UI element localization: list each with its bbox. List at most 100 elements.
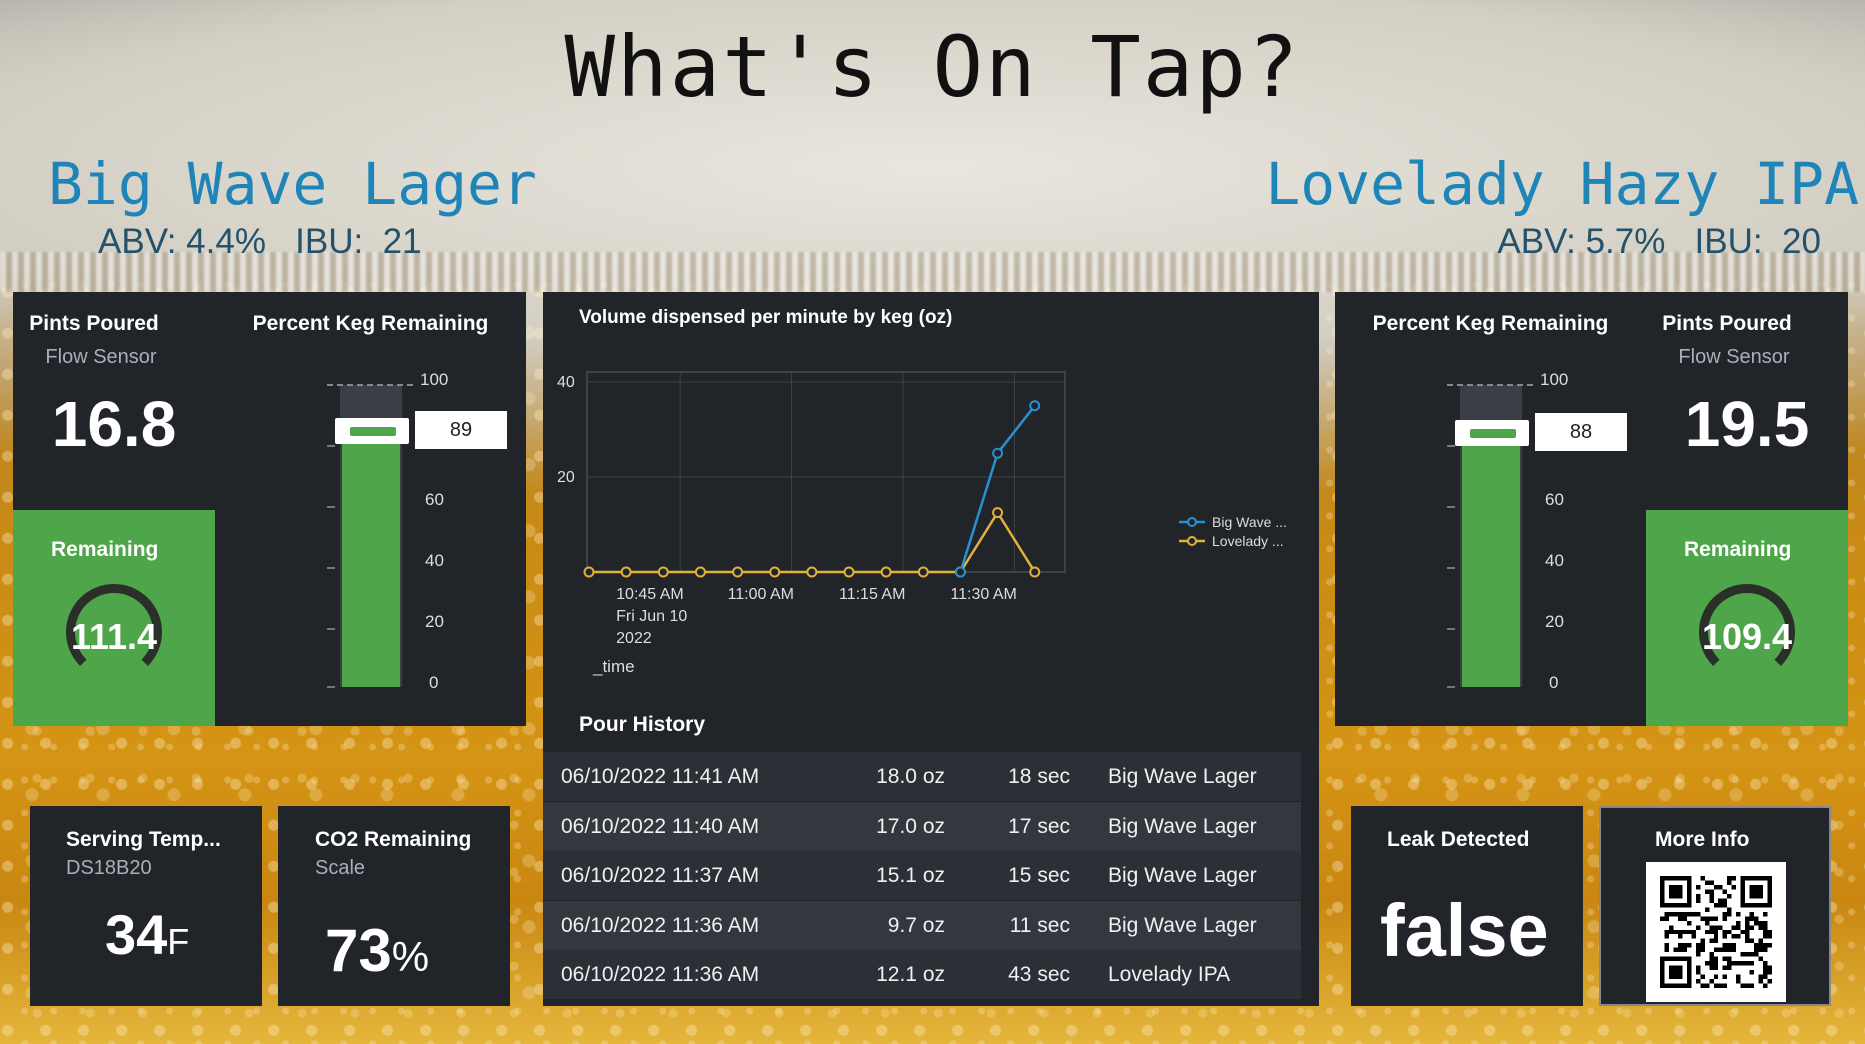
right-keg-panel: Percent Keg Remaining 100 60 40 20 0 88	[1335, 292, 1646, 726]
chart-xtick-label: 2022	[616, 630, 652, 647]
left-keg-tick	[327, 686, 335, 688]
left-remaining-panel: Remaining 111.4	[13, 510, 215, 726]
right-pints-subtitle: Flow Sensor	[1678, 346, 1790, 368]
right-pints-value: 19.5	[1684, 388, 1810, 460]
pour-duration: 43 sec	[1008, 963, 1070, 986]
right-keg-max-line	[1447, 384, 1533, 386]
pour-history-panel: Pour History 06/10/2022 11:41 AM 18.0 oz 1…	[543, 696, 1319, 1006]
left-remaining-value: 111.4	[70, 616, 158, 657]
co2-unit: %	[391, 933, 430, 980]
pour-volume: 12.1 oz	[876, 963, 945, 986]
left-pints-value: 16.8	[51, 388, 177, 460]
right-remaining-panel: Remaining 109.4	[1646, 510, 1848, 726]
chart-data-point	[1029, 566, 1041, 578]
left-beer-name: Big Wave Lager	[48, 150, 537, 218]
chart-series-line	[959, 404, 1036, 573]
serving-temp-title: Serving Temp...	[66, 828, 221, 851]
chart-title: Volume dispensed per minute by keg (oz)	[579, 307, 952, 328]
left-pints-title: Pints Poured	[29, 312, 159, 335]
right-keg-label-20: 20	[1545, 612, 1564, 631]
pour-history-title: Pour History	[579, 713, 706, 736]
right-keg-tick	[1447, 686, 1455, 688]
left-keg-tick	[327, 445, 335, 447]
right-remaining-title: Remaining	[1684, 538, 1792, 561]
pour-beer: Big Wave Lager	[1108, 864, 1257, 887]
co2-subtitle: Scale	[315, 857, 366, 879]
qr-code-icon[interactable]	[1646, 862, 1786, 1002]
pour-volume: 15.1 oz	[876, 864, 945, 887]
chart-data-point	[620, 566, 632, 578]
serving-temp-panel: Serving Temp... DS18B20 34F	[30, 806, 262, 1006]
left-keg-tick	[327, 506, 335, 508]
co2-panel: CO2 Remaining Scale 73%	[278, 806, 510, 1006]
pour-time: 06/10/2022 11:41 AM	[561, 765, 760, 788]
right-pints-title: Pints Poured	[1662, 312, 1792, 335]
qr-code-graphic	[1660, 876, 1772, 988]
right-keg-tick	[1447, 506, 1455, 508]
chart-legend-marker	[1187, 517, 1197, 527]
right-keg-label-40: 40	[1545, 551, 1564, 570]
pour-volume: 18.0 oz	[876, 765, 945, 788]
chart-data-point	[694, 566, 706, 578]
right-keg-tick	[1447, 567, 1455, 569]
chart-data-point	[769, 566, 781, 578]
pour-history-row[interactable]: 06/10/2022 11:41 AM 18.0 oz 18 sec Big Wave…	[543, 752, 1301, 801]
serving-temp-unit: F	[167, 921, 190, 962]
pour-beer: Big Wave Lager	[1108, 913, 1257, 937]
chart-data-point	[583, 566, 595, 578]
serving-temp-value: 34F	[105, 903, 190, 966]
left-keg-label-40: 40	[425, 551, 444, 570]
right-keg-label-0: 0	[1549, 673, 1559, 692]
chart-xtick-label: 11:30 AM	[950, 586, 1016, 603]
left-keg-panel: Percent Keg Remaining 100 60 40 20 0 89	[215, 292, 526, 726]
chart-xtick-label: 11:00 AM	[728, 586, 794, 603]
chart-data-point	[806, 566, 818, 578]
chart-data-point	[1029, 400, 1041, 412]
co2-title: CO2 Remaining	[315, 828, 472, 851]
chart-data-point	[917, 566, 929, 578]
pour-time: 06/10/2022 11:40 AM	[561, 814, 760, 838]
serving-temp-subtitle: DS18B20	[66, 857, 152, 879]
right-keg-level-marker[interactable]	[1455, 420, 1529, 446]
volume-chart-panel: Volume dispensed per minute by keg (oz) …	[543, 292, 1319, 696]
pour-beer: Lovelady IPA	[1108, 963, 1231, 986]
pour-volume: 9.7 oz	[887, 913, 945, 937]
pour-time: 06/10/2022 11:37 AM	[561, 864, 760, 887]
pour-beer: Big Wave Lager	[1108, 814, 1257, 838]
pour-volume: 17.0 oz	[876, 814, 945, 838]
left-keg-title: Percent Keg Remaining	[252, 312, 489, 335]
pour-duration: 11 sec	[1009, 913, 1070, 937]
left-keg-label-20: 20	[425, 612, 444, 631]
chart-legend-label: Lovelady ...	[1212, 533, 1284, 549]
left-pints-subtitle: Flow Sensor	[45, 346, 157, 368]
pour-history-row[interactable]: 06/10/2022 11:36 AM 12.1 oz 43 sec Lovelady…	[543, 950, 1301, 999]
volume-chart: Volume dispensed per minute by keg (oz) …	[557, 307, 1287, 676]
left-keg-max-line	[327, 384, 413, 386]
chart-data-point	[992, 447, 1004, 459]
pour-time: 06/10/2022 11:36 AM	[561, 963, 760, 986]
more-info-title: More Info	[1655, 828, 1750, 851]
more-info-panel[interactable]: More Info	[1599, 806, 1831, 1006]
chart-legend-label: Big Wave ...	[1212, 514, 1287, 530]
pour-history-row[interactable]: 06/10/2022 11:37 AM 15.1 oz 15 sec Big Wave…	[543, 851, 1301, 900]
left-remaining-title: Remaining	[51, 538, 159, 561]
chart-series-line	[589, 510, 1036, 574]
chart-xlabel: _time	[592, 657, 635, 676]
left-keg-label-100: 100	[420, 370, 449, 389]
right-keg-value: 88	[1535, 413, 1627, 451]
left-keg-level-marker[interactable]	[335, 418, 409, 444]
page-title: What's On Tap?	[564, 18, 1301, 116]
chart-data-point	[954, 566, 966, 578]
right-beer-stats: ABV: 5.7% IBU: 20	[1497, 222, 1821, 261]
right-keg-tick	[1447, 445, 1455, 447]
pour-history-row[interactable]: 06/10/2022 11:40 AM 17.0 oz 17 sec Big Wave…	[543, 801, 1301, 851]
pour-duration: 15 sec	[1008, 864, 1070, 887]
pour-duration: 18 sec	[1008, 765, 1070, 788]
pour-history-row[interactable]: 06/10/2022 11:36 AM 9.7 oz 11 sec Big Wave …	[543, 900, 1301, 950]
right-keg-fill	[1462, 423, 1520, 687]
left-keg-tick	[327, 567, 335, 569]
pour-beer: Big Wave Lager	[1108, 765, 1257, 788]
pour-duration: 17 sec	[1008, 814, 1070, 838]
chart-plot-frame	[586, 371, 1066, 573]
chart-legend-marker	[1187, 536, 1197, 546]
